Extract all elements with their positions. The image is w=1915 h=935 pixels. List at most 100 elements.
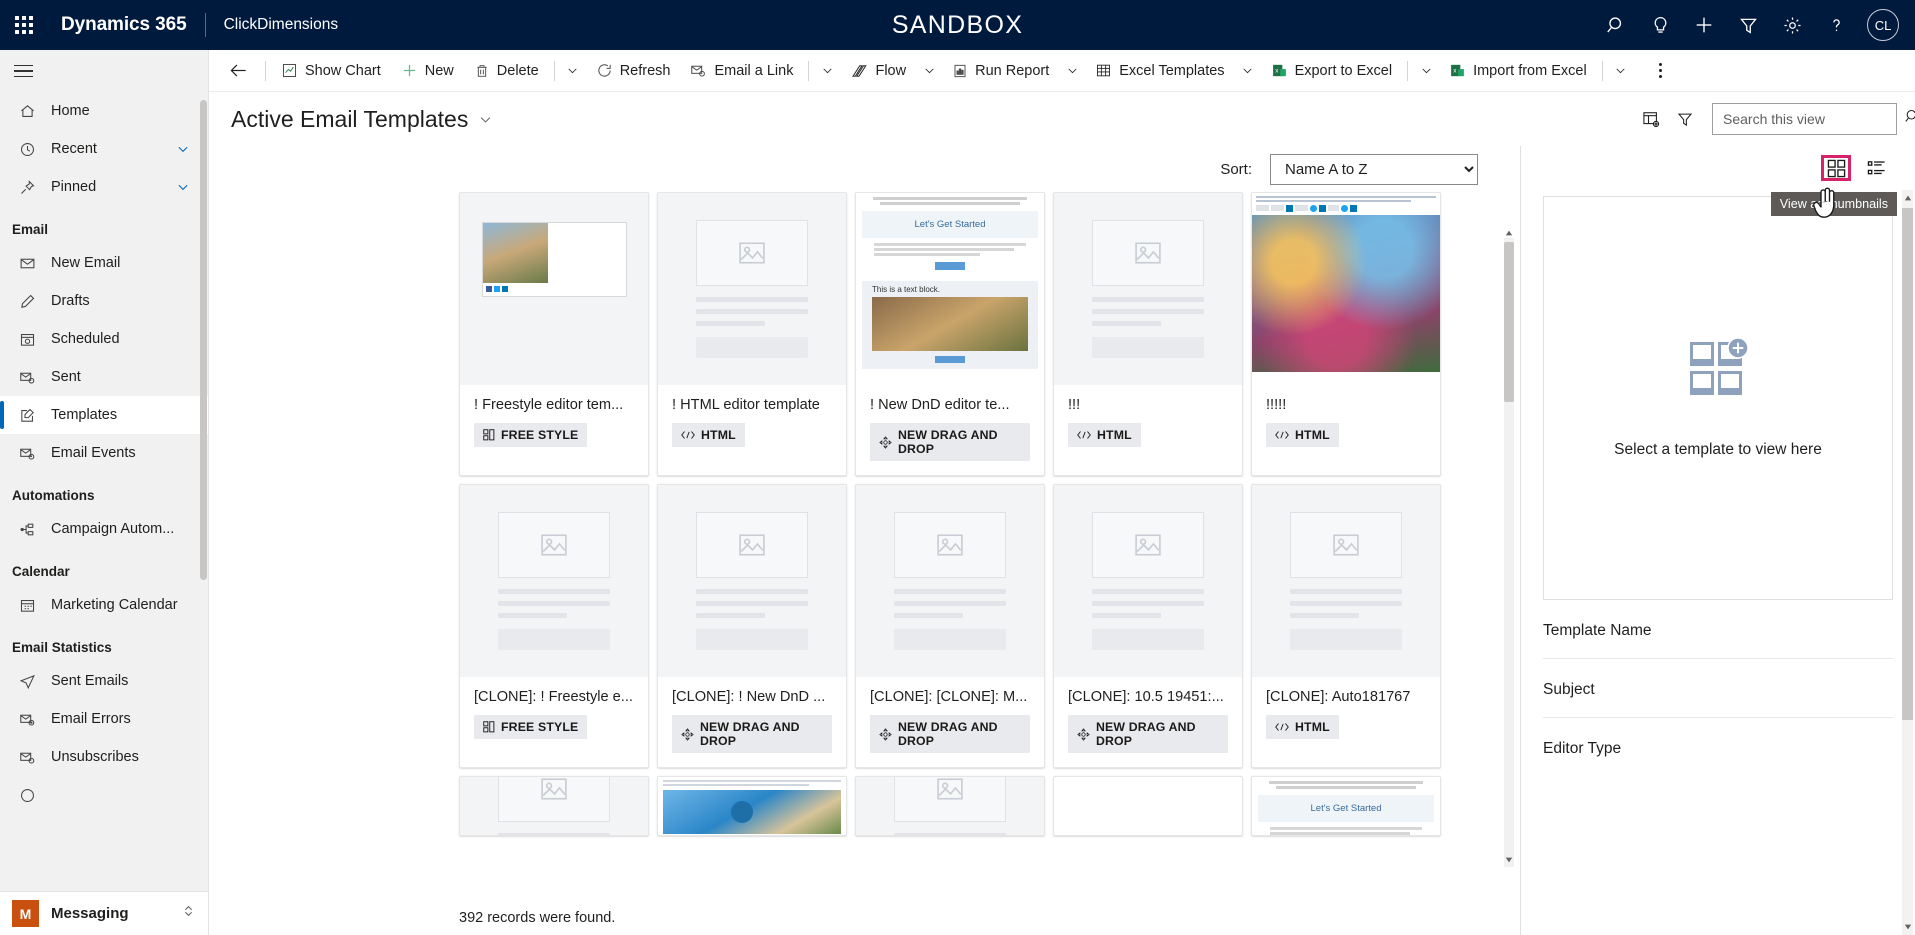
delete-button[interactable]: Delete [464, 50, 549, 91]
preview-scroll-down-arrow-icon[interactable] [1902, 919, 1913, 935]
view-selector-chevron-down-icon[interactable] [478, 112, 493, 127]
back-button[interactable] [217, 50, 260, 91]
free-style-icon [483, 721, 495, 733]
preview-scrollbar-thumb[interactable] [1902, 208, 1913, 720]
badge-label: HTML [701, 428, 736, 442]
sidebar-item-scheduled[interactable]: Scheduled [0, 320, 208, 358]
export-to-excel-button[interactable]: x Export to Excel [1261, 50, 1403, 91]
refresh-button[interactable]: Refresh [586, 50, 681, 91]
gallery-scrollbar-thumb[interactable] [1504, 242, 1514, 402]
envelope-info-icon [16, 443, 38, 463]
sidebar-item-email-events[interactable]: Email Events [0, 434, 208, 472]
import-from-excel-button[interactable]: x Import from Excel [1439, 50, 1597, 91]
sidebar-item-recent[interactable]: Recent [0, 130, 208, 168]
sidebar-scrollbar[interactable] [200, 100, 207, 580]
search-input[interactable] [1723, 111, 1904, 127]
scroll-down-arrow-icon[interactable] [1504, 853, 1514, 867]
sidebar-item-home[interactable]: Home [0, 92, 208, 130]
code-icon [1275, 721, 1289, 733]
run-report-dropdown-chevron-icon[interactable] [1059, 50, 1085, 91]
view-header: Active Email Templates [209, 92, 1915, 146]
export-excel-dropdown-chevron-icon[interactable] [1413, 50, 1439, 91]
edit-filters-filter-icon[interactable] [1668, 102, 1702, 136]
template-card[interactable]: Let's Get Started [1251, 776, 1441, 836]
sidebar-item-sent[interactable]: Sent [0, 358, 208, 396]
flow-dropdown-chevron-icon[interactable] [916, 50, 942, 91]
template-card[interactable]: !!!!! HTML [1251, 192, 1441, 476]
template-card[interactable] [657, 776, 847, 836]
delete-dropdown-chevron-icon[interactable] [560, 50, 586, 91]
template-card-body: ! HTML editor template HTML [658, 385, 846, 461]
template-card[interactable]: ! Freestyle editor tem... FREE STYLE [459, 192, 649, 476]
lightbulb-icon[interactable] [1638, 0, 1682, 50]
sidebar-item-label: Marketing Calendar [51, 597, 178, 613]
sidebar-item-unsubscribes[interactable]: Unsubscribes [0, 738, 208, 776]
preview-scrollbar[interactable] [1902, 190, 1913, 935]
show-chart-button[interactable]: Show Chart [271, 50, 391, 91]
sidebar-item-sent-emails[interactable]: Sent Emails [0, 662, 208, 700]
excel-templates-dropdown-chevron-icon[interactable] [1235, 50, 1261, 91]
sort-select[interactable]: Name A to Z Name Z to A [1270, 153, 1478, 185]
sidebar-item-marketing-calendar[interactable]: Marketing Calendar [0, 586, 208, 624]
template-card[interactable]: ! HTML editor template HTML [657, 192, 847, 476]
template-card[interactable] [459, 776, 649, 836]
search-view-box[interactable] [1712, 103, 1915, 135]
template-card[interactable]: [CLONE]: ! New DnD ... NEW DRAG AND DROP [657, 484, 847, 768]
chevron-down-icon[interactable] [176, 142, 190, 156]
chart-icon [281, 62, 298, 79]
import-excel-dropdown-chevron-icon[interactable] [1608, 50, 1634, 91]
gallery-scrollbar[interactable] [1504, 230, 1514, 867]
template-title: [CLONE]: [CLONE]: M... [870, 689, 1028, 705]
template-card[interactable]: [CLONE]: Auto181767 HTML [1251, 484, 1441, 768]
sidebar-item-new-email[interactable]: New Email [0, 244, 208, 282]
records-count: 392 records were found. [209, 901, 1520, 935]
command-label: Import from Excel [1473, 62, 1587, 79]
new-button[interactable]: New [391, 50, 464, 91]
flow-button[interactable]: Flow [840, 50, 916, 91]
preview-scroll-up-arrow-icon[interactable] [1902, 190, 1913, 206]
help-icon[interactable] [1814, 0, 1858, 50]
sidebar-item-partially-hidden[interactable] [0, 776, 208, 814]
edit-columns-icon[interactable] [1634, 102, 1668, 136]
sidebar-item-templates[interactable]: Templates [0, 396, 208, 434]
command-label: Refresh [619, 62, 671, 79]
updown-chevron-icon[interactable] [181, 902, 196, 925]
template-card[interactable] [855, 776, 1045, 836]
sitemap-toggle-button[interactable] [0, 50, 208, 92]
template-card[interactable] [1053, 776, 1243, 836]
list-view-icon[interactable] [1861, 155, 1891, 181]
cards-scroll-region[interactable]: ! Freestyle editor tem... FREE STYLE ! H… [209, 192, 1520, 901]
filter-icon[interactable] [1726, 0, 1770, 50]
plus-icon[interactable] [1682, 0, 1726, 50]
email-a-link-button[interactable]: Email a Link [680, 50, 803, 91]
template-card[interactable]: [CLONE]: [CLONE]: M... NEW DRAG AND DROP [855, 484, 1045, 768]
template-card[interactable]: [CLONE]: 10.5 19451:... NEW DRAG AND DRO… [1053, 484, 1243, 768]
template-card[interactable]: !!! HTML [1053, 192, 1243, 476]
brand-title[interactable]: Dynamics 365 [61, 14, 187, 36]
app-launcher-button[interactable] [0, 0, 48, 50]
sidebar-item-campaign-automation[interactable]: Campaign Autom... [0, 510, 208, 548]
more-commands-button[interactable] [1646, 50, 1676, 91]
app-name[interactable]: ClickDimensions [224, 16, 339, 34]
avatar[interactable]: CL [1867, 9, 1899, 41]
template-card[interactable]: [CLONE]: ! Freestyle e... FREE STYLE [459, 484, 649, 768]
app-switcher[interactable]: M Messaging [0, 891, 208, 935]
sidebar-item-pinned[interactable]: Pinned [0, 168, 208, 206]
excel-templates-button[interactable]: Excel Templates [1085, 50, 1234, 91]
template-card-body: [CLONE]: Auto181767 HTML [1252, 677, 1440, 753]
search-icon[interactable] [1904, 108, 1915, 130]
email-link-dropdown-chevron-icon[interactable] [814, 50, 840, 91]
chevron-down-icon[interactable] [176, 180, 190, 194]
gear-icon[interactable] [1770, 0, 1814, 50]
grid-view-icon[interactable] [1821, 155, 1851, 181]
sidebar-item-drafts[interactable]: Drafts [0, 282, 208, 320]
code-icon [1275, 429, 1289, 441]
template-thumbnail [658, 193, 846, 385]
sidebar-item-email-errors[interactable]: Email Errors [0, 700, 208, 738]
template-card[interactable]: Let's Get Started This is a text block. … [855, 192, 1045, 476]
command-separator [553, 60, 555, 81]
run-report-button[interactable]: Run Report [942, 50, 1059, 91]
template-title: !!! [1068, 397, 1081, 413]
search-icon[interactable] [1594, 0, 1638, 50]
scroll-up-arrow-icon[interactable] [1504, 226, 1514, 240]
